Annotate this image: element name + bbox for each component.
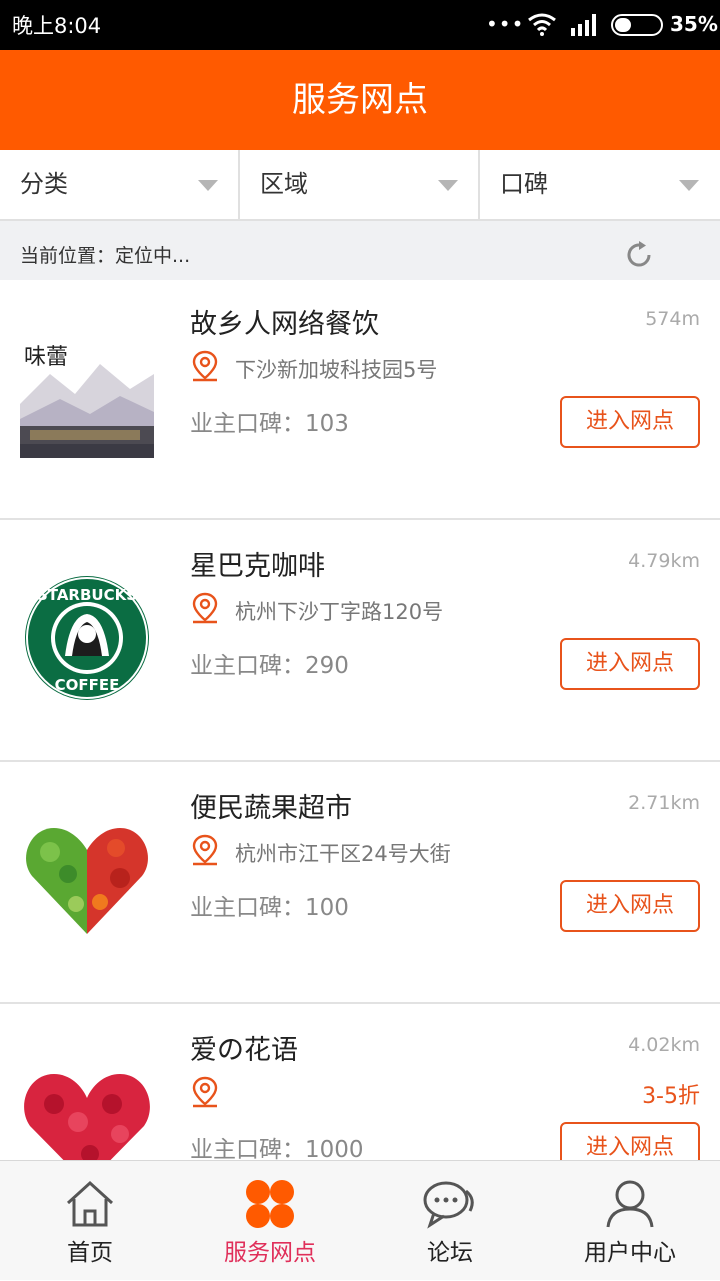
shop-thumbnail-vegetable-heart bbox=[20, 818, 154, 942]
tab-service-points[interactable]: 服务网点 bbox=[180, 1161, 360, 1281]
shop-address: 杭州下沙丁字路120号 bbox=[235, 600, 444, 624]
tab-label: 首页 bbox=[67, 1240, 113, 1266]
enter-shop-button[interactable]: 进入网点 bbox=[560, 396, 700, 448]
filter-label: 区域 bbox=[260, 170, 308, 198]
current-location: 当前位置：定位中... bbox=[20, 245, 191, 267]
svg-text:COFFEE: COFFEE bbox=[55, 676, 120, 694]
status-dots: ••• bbox=[486, 12, 525, 36]
tab-user-center[interactable]: 用户中心 bbox=[540, 1161, 720, 1281]
location-pin-icon bbox=[190, 1076, 220, 1112]
tab-label: 论坛 bbox=[427, 1240, 473, 1266]
filter-bar: 分类 区域 口碑 bbox=[0, 150, 720, 221]
page-title: 服务网点 bbox=[292, 80, 428, 120]
shop-name: 便民蔬果超市 bbox=[190, 793, 352, 824]
shop-name: 故乡人网络餐饮 bbox=[190, 309, 379, 340]
svg-text:STARBUCKS: STARBUCKS bbox=[37, 586, 137, 604]
tab-home[interactable]: 首页 bbox=[0, 1161, 180, 1281]
filter-label: 口碑 bbox=[500, 170, 548, 198]
shop-rating: 业主口碑：290 bbox=[190, 653, 349, 679]
enter-shop-button[interactable]: 进入网点 bbox=[560, 638, 700, 690]
chat-icon bbox=[422, 1179, 478, 1233]
status-time: 晚上8:04 bbox=[12, 14, 102, 38]
status-bar: 晚上8:04 ••• 35% bbox=[0, 0, 720, 50]
location-bar: 当前位置：定位中... bbox=[0, 221, 720, 280]
battery-percent: 35% bbox=[670, 12, 718, 36]
wifi-icon bbox=[527, 12, 557, 40]
shop-item[interactable]: STARBUCKS COFFEE 星巴克咖啡 4.79km 杭州下沙丁字路120… bbox=[0, 522, 720, 762]
shop-rating: 业主口碑：100 bbox=[190, 895, 349, 921]
tab-label: 服务网点 bbox=[224, 1240, 316, 1266]
location-pin-icon bbox=[190, 350, 220, 386]
shop-rating: 业主口碑：103 bbox=[190, 411, 349, 437]
battery-icon bbox=[611, 14, 663, 36]
dropdown-arrow-icon bbox=[438, 180, 458, 191]
filter-reputation[interactable]: 口碑 bbox=[480, 150, 720, 219]
shop-rating: 业主口碑：1000 bbox=[190, 1137, 364, 1160]
shop-distance: 2.71km bbox=[628, 792, 700, 814]
home-icon bbox=[64, 1179, 116, 1233]
shop-address: 下沙新加坡科技园5号 bbox=[235, 358, 438, 382]
shop-thumbnail-landscape: 味蕾 bbox=[20, 334, 154, 458]
shop-thumbnail-rose-heart bbox=[20, 1060, 154, 1160]
shop-item[interactable]: 爱の花语 4.02km 3-5折 业主口碑：1000 进入网点 bbox=[0, 1006, 720, 1160]
shop-distance: 574m bbox=[645, 308, 700, 330]
shop-item[interactable]: 味蕾 故乡人网络餐饮 574m 下沙新加坡科技园5号 业主口碑：103 进入网点 bbox=[0, 280, 720, 520]
filter-area[interactable]: 区域 bbox=[240, 150, 479, 219]
location-pin-icon bbox=[190, 592, 220, 628]
shop-item[interactable]: 便民蔬果超市 2.71km 杭州市江干区24号大街 业主口碑：100 进入网点 bbox=[0, 764, 720, 1004]
shop-address: 杭州市江干区24号大街 bbox=[235, 842, 451, 866]
shop-list: 味蕾 故乡人网络餐饮 574m 下沙新加坡科技园5号 业主口碑：103 进入网点… bbox=[0, 280, 720, 1160]
enter-shop-button[interactable]: 进入网点 bbox=[560, 1122, 700, 1160]
shop-thumbnail-starbucks-logo: STARBUCKS COFFEE bbox=[20, 576, 154, 700]
shop-name: 爱の花语 bbox=[190, 1035, 298, 1066]
grid-icon bbox=[244, 1179, 296, 1233]
location-pin-icon bbox=[190, 834, 220, 870]
dropdown-arrow-icon bbox=[198, 180, 218, 191]
tab-forum[interactable]: 论坛 bbox=[360, 1161, 540, 1281]
discount-badge: 3-5折 bbox=[642, 1084, 700, 1109]
shop-name: 星巴克咖啡 bbox=[190, 551, 325, 582]
app-header: 服务网点 bbox=[0, 50, 720, 150]
user-icon bbox=[604, 1179, 656, 1233]
filter-category[interactable]: 分类 bbox=[0, 150, 239, 219]
enter-shop-button[interactable]: 进入网点 bbox=[560, 880, 700, 932]
shop-distance: 4.02km bbox=[628, 1034, 700, 1056]
svg-text:味蕾: 味蕾 bbox=[24, 345, 68, 370]
shop-distance: 4.79km bbox=[628, 550, 700, 572]
tab-label: 用户中心 bbox=[584, 1240, 676, 1266]
filter-label: 分类 bbox=[20, 170, 68, 198]
refresh-icon[interactable] bbox=[622, 238, 656, 276]
signal-icon bbox=[569, 12, 601, 40]
dropdown-arrow-icon bbox=[679, 180, 699, 191]
bottom-tab-bar: 首页 服务网点 论坛 用户中心 bbox=[0, 1160, 720, 1280]
